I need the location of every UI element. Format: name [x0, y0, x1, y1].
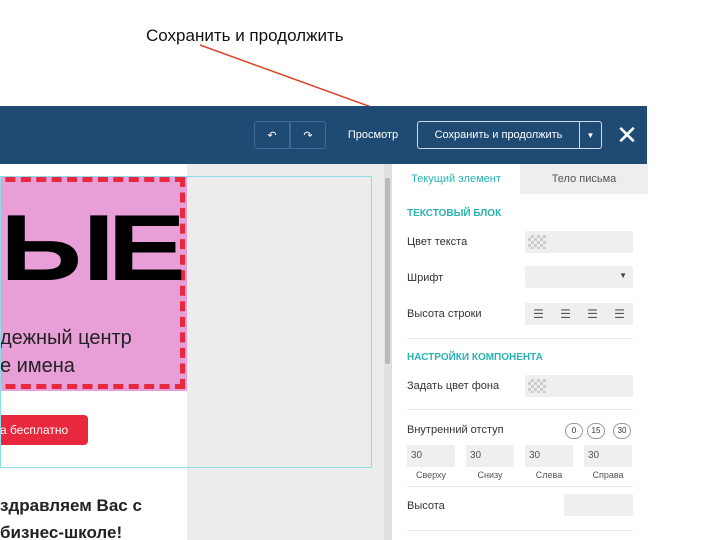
hero-text-line-2: е имена: [0, 355, 75, 377]
padding-bottom-input[interactable]: 30: [466, 445, 514, 467]
text-block-heading: ТЕКСТОВЫЙ БЛОК: [407, 208, 502, 219]
padding-left-caption: Слева: [535, 470, 563, 480]
padding-label: Внутренний отступ: [407, 424, 504, 436]
line-height-option-4[interactable]: ☰: [606, 303, 633, 325]
bg-color-label: Задать цвет фона: [407, 380, 500, 392]
component-settings-heading: НАСТРОЙКИ КОМПОНЕНТА: [407, 352, 543, 363]
line-height-options: ☰ ☰ ☰ ☰: [525, 303, 633, 325]
padding-top-input[interactable]: 30: [407, 445, 455, 467]
hero-text-line-1: дежный центр: [0, 327, 132, 349]
padding-top-caption: Сверху: [415, 470, 447, 480]
font-label: Шрифт: [407, 272, 444, 284]
welcome-line-1: здравляем Вас с: [0, 496, 142, 515]
transparent-swatch-icon: [528, 379, 546, 393]
settings-panel: Текущий элемент Тело письма ТЕКСТОВЫЙ БЛ…: [391, 164, 648, 540]
cta-button[interactable]: а бесплатно: [0, 415, 88, 445]
padding-right-caption: Справа: [592, 470, 624, 480]
padding-preset-30[interactable]: 30: [613, 423, 631, 439]
redo-icon: ↷: [303, 129, 313, 142]
section-divider: [407, 409, 633, 410]
line-height-label: Высота строки: [407, 308, 482, 320]
line-height-option-3[interactable]: ☰: [579, 303, 606, 325]
bg-color-picker[interactable]: [525, 375, 633, 397]
section-divider: [407, 486, 633, 487]
email-canvas: ЫЕ дежный центр е имена а бесплатно здра…: [0, 164, 391, 540]
preview-button[interactable]: Просмотр: [333, 121, 413, 149]
caret-down-icon: ▼: [586, 130, 595, 140]
welcome-line-2: бизнес-школе!: [0, 523, 123, 540]
chevron-down-icon: ▼: [619, 271, 627, 280]
section-divider: [407, 530, 633, 531]
editor-toolbar: ↶ ↷ Просмотр Сохранить и продолжить ▼ ✕: [0, 106, 647, 164]
cta-label: а бесплатно: [0, 423, 69, 437]
text-color-picker[interactable]: [525, 231, 633, 253]
annotation-label: Сохранить и продолжить: [146, 26, 344, 45]
redo-button[interactable]: ↷: [290, 121, 326, 149]
undo-button[interactable]: ↶: [254, 121, 290, 149]
save-options-dropdown[interactable]: ▼: [580, 121, 602, 149]
height-label: Высота: [407, 500, 445, 512]
welcome-text[interactable]: здравляем Вас с бизнес-школе!: [0, 492, 142, 540]
text-color-label: Цвет текста: [407, 236, 468, 248]
padding-left-input[interactable]: 30: [525, 445, 573, 467]
close-icon[interactable]: ✕: [614, 122, 640, 148]
hero-block[interactable]: ЫЕ дежный центр е имена: [0, 177, 187, 391]
save-continue-button[interactable]: Сохранить и продолжить: [417, 121, 580, 149]
canvas-scroll-thumb[interactable]: [385, 178, 390, 364]
tab-current-element[interactable]: Текущий элемент: [392, 164, 520, 194]
padding-preset-0[interactable]: 0: [565, 423, 583, 439]
font-select[interactable]: ▼: [525, 266, 633, 288]
undo-icon: ↶: [267, 129, 277, 142]
panel-tabs: Текущий элемент Тело письма: [392, 164, 648, 194]
hero-logo-text: ЫЕ: [0, 195, 186, 300]
section-divider: [407, 338, 633, 339]
padding-right-input[interactable]: 30: [584, 445, 632, 467]
height-input[interactable]: [564, 494, 633, 516]
padding-bottom-caption: Снизу: [477, 470, 503, 480]
email-body: ЫЕ дежный центр е имена а бесплатно здра…: [0, 164, 187, 540]
line-height-option-2[interactable]: ☰: [552, 303, 579, 325]
transparent-swatch-icon: [528, 235, 546, 249]
padding-preset-15[interactable]: 15: [587, 423, 605, 439]
tab-email-body[interactable]: Тело письма: [520, 164, 648, 194]
line-height-option-1[interactable]: ☰: [525, 303, 552, 325]
